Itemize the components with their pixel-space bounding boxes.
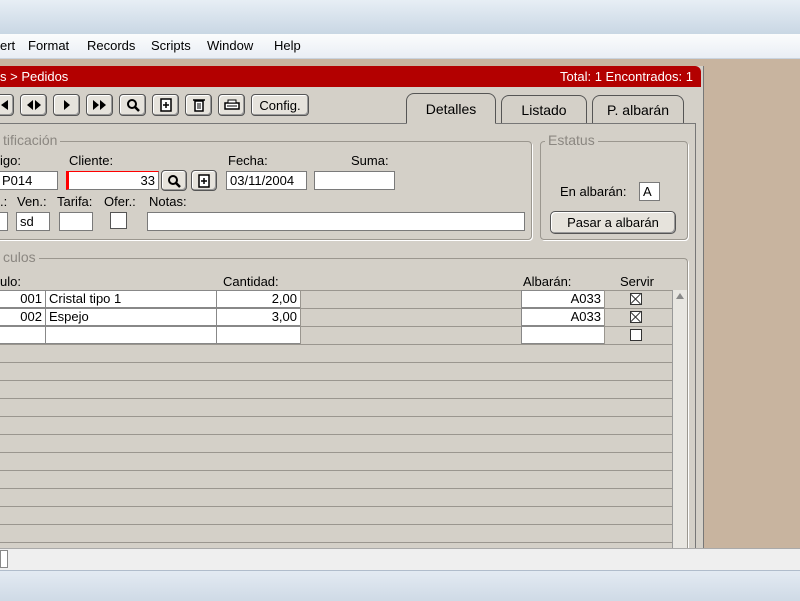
row-servir-checkbox[interactable] (630, 329, 642, 341)
identificacion-title: tificación (0, 132, 61, 148)
row-albaran[interactable] (521, 326, 605, 344)
suma-field[interactable] (314, 171, 395, 190)
breadcrumb: s > Pedidos (0, 69, 69, 84)
en-albaran-label: En albarán: (560, 184, 627, 199)
row-servir-checkbox[interactable] (630, 311, 642, 323)
row-description[interactable] (45, 326, 217, 344)
articulos-title: culos (0, 249, 39, 265)
record-counts: Total: 1 Encontrados: 1 (560, 69, 693, 84)
find-button[interactable] (119, 94, 146, 116)
first-record-button[interactable] (0, 94, 14, 116)
row-cantidad[interactable]: 3,00 (216, 308, 301, 326)
ven-label: Ven.: (17, 194, 47, 209)
notas-label: Notas: (149, 194, 187, 209)
row-code[interactable]: 002 (0, 308, 46, 326)
tab-p-albaran[interactable]: P. albarán (592, 95, 684, 123)
status-field[interactable] (0, 550, 8, 568)
row-code[interactable] (0, 326, 46, 344)
row-servir-checkbox[interactable] (630, 293, 642, 305)
col-articulo-header: ulo: (0, 274, 21, 289)
codigo-field[interactable]: P014 (0, 171, 58, 190)
ofer-label: Ofer.: (104, 194, 136, 209)
small-field[interactable] (0, 212, 8, 231)
small-label: .: (0, 194, 8, 209)
estatus-title: Estatus (545, 132, 598, 148)
notas-field[interactable] (147, 212, 525, 231)
row-code[interactable]: 001 (0, 290, 46, 308)
tab-detalles[interactable]: Detalles (406, 93, 496, 124)
pasar-a-albaran-button[interactable]: Pasar a albarán (550, 211, 676, 234)
new-record-button[interactable] (152, 94, 179, 116)
next-record-button[interactable] (53, 94, 80, 116)
window-header: s > Pedidos Total: 1 Encontrados: 1 (0, 66, 701, 87)
next-icon (62, 100, 72, 110)
printer-icon (223, 99, 240, 111)
cliente-field[interactable]: 33 (66, 171, 159, 190)
prev-next-icon (26, 100, 42, 110)
codigo-label: igo: (0, 153, 21, 168)
menu-scripts[interactable]: Scripts (151, 38, 191, 53)
menu-help[interactable]: Help (274, 38, 301, 53)
magnifier-icon (126, 98, 140, 112)
prev-next-button[interactable] (20, 94, 47, 116)
ven-field[interactable]: sd (16, 212, 50, 231)
menu-records[interactable]: Records (87, 38, 135, 53)
ofer-checkbox[interactable] (110, 212, 127, 229)
config-button[interactable]: Config. (251, 94, 309, 116)
row-description[interactable]: Espejo (45, 308, 217, 326)
status-bar (0, 548, 800, 571)
last-record-button[interactable] (86, 94, 113, 116)
trash-icon (192, 98, 205, 112)
menu-bar: ert Format Records Scripts Window Help (0, 34, 800, 59)
suma-label: Suma: (351, 153, 389, 168)
first-icon (0, 100, 9, 110)
tarifa-label: Tarifa: (57, 194, 93, 209)
print-button[interactable] (218, 94, 245, 116)
fecha-field[interactable]: 03/11/2004 (226, 171, 307, 190)
fast-forward-icon (92, 100, 108, 110)
delete-button[interactable] (185, 94, 212, 116)
menu-format[interactable]: Format (28, 38, 69, 53)
magnifier-icon (167, 174, 181, 188)
row-cantidad[interactable] (216, 326, 301, 344)
col-servir-header: Servir (620, 274, 654, 289)
fecha-label: Fecha: (228, 153, 268, 168)
grid-scrollbar[interactable] (672, 290, 687, 548)
menu-insert[interactable]: ert (0, 38, 15, 53)
en-albaran-field[interactable]: A (639, 182, 660, 201)
articulos-grid: 001 Cristal tipo 1 2,00 A033 002 Espejo … (0, 290, 686, 548)
window-bottom-frame (0, 570, 800, 601)
menu-window[interactable]: Window (207, 38, 253, 53)
scroll-up-icon[interactable] (676, 293, 684, 299)
new-document-icon (159, 98, 172, 112)
new-document-icon (198, 173, 210, 188)
col-albaran-header: Albarán: (523, 274, 572, 289)
tab-listado[interactable]: Listado (501, 95, 587, 123)
col-cantidad-header: Cantidad: (223, 274, 279, 289)
row-description[interactable]: Cristal tipo 1 (45, 290, 217, 308)
tarifa-field[interactable] (59, 212, 93, 231)
row-cantidad[interactable]: 2,00 (216, 290, 301, 308)
cliente-search-button[interactable] (161, 170, 187, 191)
cliente-new-button[interactable] (191, 170, 217, 191)
row-albaran[interactable]: A033 (521, 290, 605, 308)
window-titlebar (0, 0, 800, 35)
cliente-label: Cliente: (69, 153, 114, 168)
row-albaran[interactable]: A033 (521, 308, 605, 326)
desktop-background (705, 59, 800, 549)
